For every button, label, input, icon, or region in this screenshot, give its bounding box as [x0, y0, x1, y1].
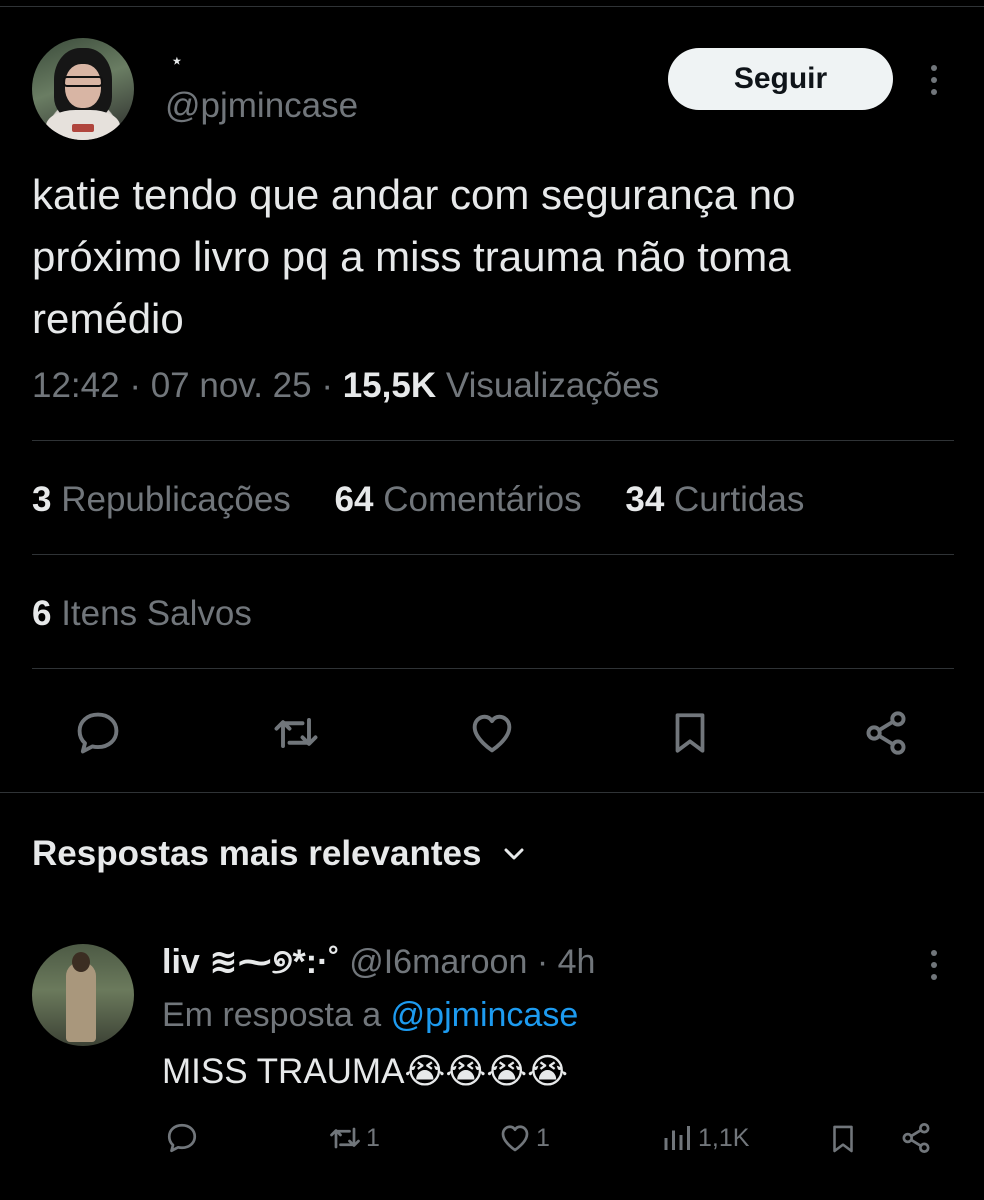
comments-stat[interactable]: 64 Comentários	[335, 480, 582, 519]
comment-icon	[77, 712, 119, 754]
comments-label: Comentários	[383, 480, 582, 519]
post-date[interactable]: 07 nov. 25	[151, 366, 312, 405]
reply-views-count: 1,1K	[698, 1123, 750, 1152]
likes-label: Curtidas	[674, 480, 805, 519]
reply-header: liv ≋⁓୭*:·˚ @I6maroon · 4h	[162, 942, 595, 982]
reposts-stat[interactable]: 3 Republicações	[32, 480, 291, 519]
saved-stat[interactable]: 6 Itens Salvos	[32, 594, 252, 634]
bookmark-icon	[675, 713, 705, 753]
bookmark-icon	[833, 1125, 853, 1153]
post-time[interactable]: 12:42	[32, 366, 120, 405]
views-label: Visualizações	[445, 366, 660, 405]
reposts-count: 3	[32, 480, 52, 519]
reply-like-button[interactable]: 1	[496, 1120, 550, 1156]
post-meta: 12:42 · 07 nov. 25 · 15,5K Visualizações	[32, 366, 659, 406]
comments-count: 64	[334, 480, 374, 519]
saved-count: 6	[32, 594, 52, 633]
reply-comment-button[interactable]	[164, 1120, 200, 1156]
saved-label: Itens Salvos	[61, 594, 252, 633]
more-icon[interactable]	[929, 65, 939, 95]
reply-share-button[interactable]	[898, 1120, 934, 1156]
avatar-glasses	[63, 76, 103, 87]
share-action-button[interactable]	[858, 705, 914, 761]
heart-icon	[472, 714, 512, 753]
author-display-name[interactable]: ⋆	[170, 48, 184, 74]
section-title: Respostas mais relevantes	[32, 834, 482, 873]
in-reply-handle-link[interactable]: @pjmincase	[391, 996, 579, 1034]
reply-action-button[interactable]	[70, 705, 126, 761]
repost-icon	[274, 718, 318, 748]
avatar-figure	[66, 962, 96, 1042]
reply-author-avatar[interactable]	[32, 944, 134, 1046]
repost-action-button[interactable]	[268, 705, 324, 761]
likes-stat[interactable]: 34 Curtidas	[625, 480, 804, 519]
in-reply-prefix: Em resposta a	[162, 996, 382, 1034]
avatar-head	[72, 952, 90, 972]
bookmark-action-button[interactable]	[662, 705, 718, 761]
reposts-label: Republicações	[61, 480, 291, 519]
reply-views-button[interactable]: 1,1K	[660, 1120, 749, 1156]
meta-separator: ·	[321, 366, 333, 405]
reply-actions: 1 1 1,1K	[0, 1118, 984, 1168]
top-divider	[0, 6, 984, 7]
meta-separator: ·	[129, 366, 141, 405]
post-text: katie tendo que andar com segurança no p…	[32, 171, 796, 342]
views-icon	[664, 1126, 690, 1150]
reply-repost-button[interactable]: 1	[326, 1120, 380, 1156]
divider	[32, 440, 954, 441]
divider	[32, 668, 954, 669]
replies-sort-selector[interactable]: Respostas mais relevantes	[32, 834, 525, 874]
reply-time[interactable]: · 4h	[537, 943, 596, 981]
divider	[32, 554, 954, 555]
repost-icon	[330, 1127, 360, 1149]
share-icon	[902, 1123, 930, 1153]
more-icon[interactable]	[929, 950, 939, 980]
likes-count: 34	[625, 480, 665, 519]
author-handle[interactable]: @pjmincase	[165, 86, 358, 126]
engagement-stats: 3 Republicações 64 Comentários 34 Curtid…	[32, 480, 838, 520]
heart-icon	[501, 1125, 529, 1152]
author-avatar[interactable]	[32, 38, 134, 140]
in-reply-to: Em resposta a @pjmincase	[162, 996, 578, 1035]
reply-author-name[interactable]: liv ≋⁓୭*:·˚	[162, 943, 340, 981]
comment-icon	[167, 1123, 197, 1153]
reply-author-handle[interactable]: @I6maroon	[349, 943, 527, 981]
views-count: 15,5K	[342, 366, 437, 405]
reply-repost-count: 1	[366, 1123, 380, 1152]
reply-like-count: 1	[536, 1123, 550, 1152]
like-action-button[interactable]	[464, 705, 520, 761]
chevron-down-icon	[504, 848, 524, 860]
divider	[0, 792, 984, 793]
follow-button[interactable]: Seguir	[668, 48, 893, 110]
share-icon	[866, 711, 906, 755]
reply-bookmark-button[interactable]	[826, 1120, 860, 1158]
reply-text: MISS TRAUMA😭😭😭😭	[162, 1052, 569, 1091]
avatar-shirt	[46, 110, 120, 140]
